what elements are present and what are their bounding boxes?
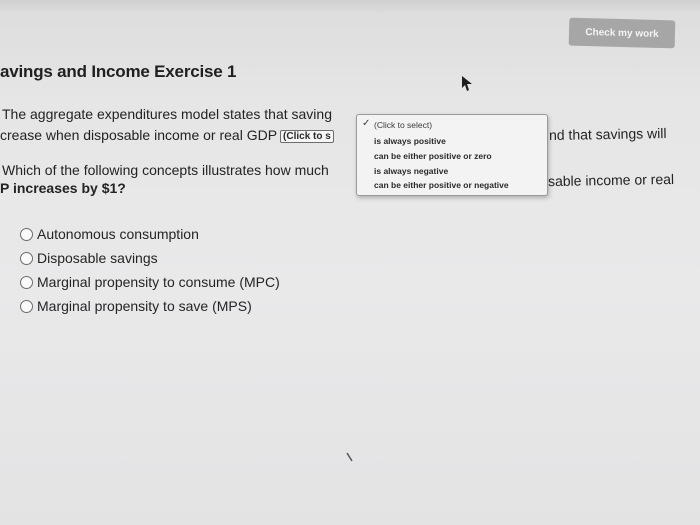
- question1-line2-text: crease when disposable income or real GD…: [0, 127, 278, 143]
- option-autonomous-consumption[interactable]: Autonomous consumption: [20, 222, 280, 246]
- dropdown-option-positive-or-negative[interactable]: can be either positive or negative: [374, 180, 509, 190]
- question2-line1: Which of the following concepts illustra…: [2, 162, 329, 178]
- dropdown-option-always-positive[interactable]: is always positive: [374, 136, 446, 146]
- question2-text-end: sable income or real: [547, 170, 675, 190]
- check-my-work-button[interactable]: Check my work: [568, 17, 676, 49]
- option-label: Marginal propensity to consume (MPC): [37, 274, 280, 290]
- saving-options-dropdown-menu: ✓ (Click to select) is always positive c…: [356, 114, 548, 196]
- option-mps[interactable]: Marginal propensity to save (MPS): [20, 294, 280, 318]
- question1-text-end: nd that savings will: [548, 124, 667, 144]
- radio-button[interactable]: [20, 299, 33, 313]
- mouse-cursor-icon: [462, 76, 472, 91]
- radio-button[interactable]: [20, 251, 33, 265]
- question2-line2: P increases by $1?: [0, 180, 126, 196]
- question1-line2: crease when disposable income or real GD…: [0, 127, 334, 143]
- screen-smudge: [346, 452, 353, 462]
- page-title: avings and Income Exercise 1: [0, 62, 237, 81]
- question1-text-start: The aggregate expenditures model states …: [2, 106, 332, 122]
- dropdown-option-always-negative[interactable]: is always negative: [374, 166, 448, 176]
- radio-button[interactable]: [20, 275, 33, 289]
- answer-options-list: Autonomous consumption Disposable saving…: [20, 222, 280, 318]
- screen-bezel: [0, 0, 700, 14]
- option-disposable-savings[interactable]: Disposable savings: [20, 246, 280, 270]
- checkmark-icon: ✓: [362, 118, 371, 129]
- option-mpc[interactable]: Marginal propensity to consume (MPC): [20, 270, 280, 294]
- option-label: Disposable savings: [37, 250, 158, 266]
- radio-button[interactable]: [20, 227, 33, 241]
- question1-line1: The aggregate expenditures model states …: [2, 106, 332, 122]
- option-label: Autonomous consumption: [37, 226, 199, 242]
- option-label: Marginal propensity to save (MPS): [37, 298, 252, 314]
- dropdown-option-positive-or-zero[interactable]: can be either positive or zero: [374, 151, 492, 161]
- dropdown-option-click-to-select[interactable]: (Click to select): [374, 120, 432, 130]
- saving-select-dropdown[interactable]: (Click to s: [280, 130, 334, 143]
- question2-text-start: Which of the following concepts illustra…: [2, 162, 329, 178]
